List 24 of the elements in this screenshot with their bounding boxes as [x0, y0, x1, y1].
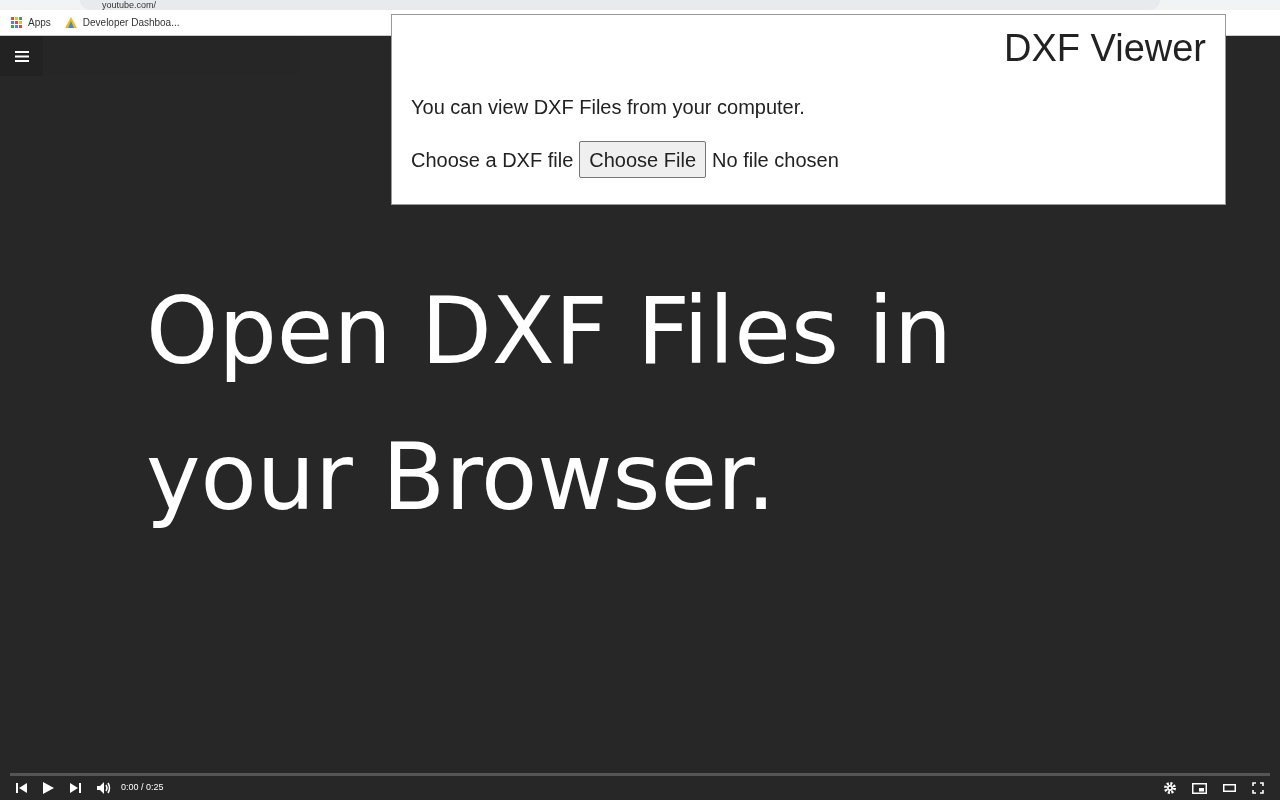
next-icon[interactable] [70, 783, 81, 793]
bookmark-link[interactable]: Developer Dashboa... [64, 15, 180, 30]
settings-icon[interactable] [1164, 782, 1176, 794]
video-title-text: your Browser. [146, 422, 777, 533]
apps-grid-icon [11, 17, 22, 28]
menu-button[interactable] [0, 36, 43, 76]
previous-icon[interactable] [16, 783, 27, 793]
video-title-text: Open DXF Files in [146, 276, 953, 387]
fullscreen-icon[interactable] [1252, 782, 1264, 794]
play-icon[interactable] [43, 782, 54, 794]
popup-description: You can view DXF Files from your computer. [411, 95, 806, 119]
time-display: 0:00 / 0:25 [121, 781, 164, 795]
bookmark-link[interactable]: Apps [11, 15, 51, 30]
volume-icon[interactable] [97, 782, 111, 794]
theater-mode-icon[interactable] [1223, 784, 1236, 792]
choose-file-button[interactable]: Choose File [579, 141, 706, 178]
triangle-logo-icon [64, 17, 77, 28]
progress-track[interactable] [10, 773, 1270, 776]
menu-icon [14, 50, 29, 62]
file-status: No file chosen [712, 147, 839, 173]
popup-title: DXF Viewer [1002, 27, 1206, 69]
file-label: Choose a DXF file [411, 147, 574, 173]
url-field[interactable]: youtube.com/ [80, 0, 1160, 10]
miniplayer-icon[interactable] [1192, 782, 1207, 794]
